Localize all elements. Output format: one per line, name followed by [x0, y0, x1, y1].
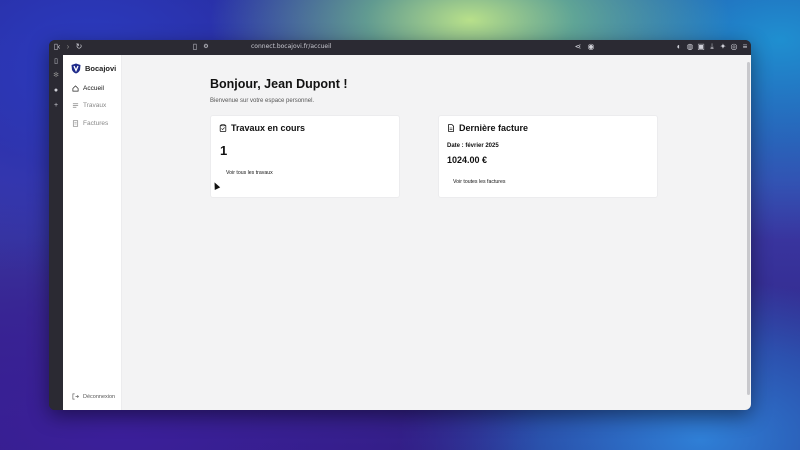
see-all-works-link[interactable]: Voir tous les travaux	[226, 170, 273, 176]
invoice-icon	[72, 120, 79, 127]
nav-item-factures[interactable]: Factures	[72, 120, 108, 127]
list-icon	[72, 103, 79, 108]
logout-button[interactable]: Déconnexion	[72, 393, 115, 400]
page-scrollbar[interactable]	[747, 62, 750, 395]
brand-name: Bocajovi	[85, 64, 117, 73]
brand-logo-icon	[71, 63, 81, 74]
works-card-title-text: Travaux en cours	[231, 123, 306, 133]
profile-icon[interactable]: ◎	[729, 42, 739, 52]
forward-icon[interactable]: ›	[63, 42, 73, 52]
sidebar-icon[interactable]: ▯	[51, 57, 61, 67]
nav-item-label: Travaux	[83, 102, 107, 109]
url-bar[interactable]: connect.bocajovi.fr/accueil	[251, 43, 331, 50]
shield-icon[interactable]: ◉	[586, 42, 596, 52]
logout-label: Déconnexion	[83, 393, 116, 400]
browser-toolbar: ▯ ‹ › ↻ ▯ ⚙ connect.bocajovi.fr/accueil …	[49, 40, 751, 55]
app-sidebar: Bocajovi Accueil Travaux Factures Déconn…	[63, 55, 122, 410]
invoice-card: Dernière facture Date : février 2025 102…	[439, 116, 657, 197]
works-card: Travaux en cours 1 Voir tous les travaux	[211, 116, 399, 197]
web-content: Bocajovi Accueil Travaux Factures Déconn…	[63, 55, 751, 410]
browser-window: ▯ ‹ › ↻ ▯ ⚙ connect.bocajovi.fr/accueil …	[49, 40, 751, 410]
download-icon[interactable]: ⤓	[707, 42, 717, 52]
invoice-amount: 1024.00 €	[447, 155, 488, 165]
logout-icon	[72, 393, 79, 400]
add-tab-icon[interactable]: +	[51, 101, 61, 111]
account-icon[interactable]: ◍	[685, 42, 695, 52]
works-card-title: Travaux en cours	[219, 123, 305, 133]
pocket-icon[interactable]: ▣	[696, 42, 706, 52]
works-count: 1	[220, 143, 228, 158]
page-title: Bonjour, Jean Dupont !	[210, 77, 348, 91]
brand[interactable]: Bocajovi	[71, 63, 116, 74]
invoice-card-title: Dernière facture	[447, 123, 528, 133]
share-icon[interactable]: ⋖	[573, 42, 583, 52]
nav-item-label: Factures	[83, 120, 109, 127]
page-subtitle: Bienvenue sur votre espace personnel.	[210, 98, 315, 104]
page-header: Bonjour, Jean Dupont !	[210, 77, 348, 91]
reload-icon[interactable]: ↻	[74, 42, 84, 52]
reader-view-icon[interactable]: ▯	[190, 42, 200, 52]
nav-item-travaux[interactable]: Travaux	[72, 102, 106, 109]
extension-icon[interactable]: ◐	[674, 42, 684, 52]
nav-item-label: Accueil	[83, 85, 104, 92]
see-all-invoices-link[interactable]: Voir toutes les factures	[453, 179, 505, 185]
document-icon	[448, 124, 454, 132]
extensions-icon[interactable]: ✦	[718, 42, 728, 52]
invoice-date: Date : février 2025	[447, 143, 499, 149]
tab-favicon-icon[interactable]: ●	[51, 86, 61, 96]
invoice-card-title-text: Dernière facture	[459, 123, 529, 133]
home-icon	[72, 85, 79, 92]
nav-item-accueil[interactable]: Accueil	[72, 85, 104, 92]
clipboard-icon	[219, 124, 227, 132]
settings-icon[interactable]: ✻	[51, 71, 61, 81]
browser-sidebar: ▯ ✻ ● +	[49, 55, 63, 410]
menu-icon[interactable]: ≡	[740, 42, 750, 52]
site-info-icon[interactable]: ⚙	[201, 42, 211, 52]
